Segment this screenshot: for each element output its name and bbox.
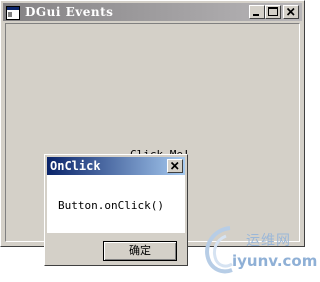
ok-button[interactable]: 确定 [103,241,177,261]
window-title: DGui Events [25,5,114,19]
dialog-titlebar[interactable]: OnClick [47,157,185,175]
main-titlebar[interactable]: DGui Events [3,3,302,21]
app-window-icon[interactable] [6,5,20,20]
dialog-body: Button.onClick() [47,175,185,233]
close-icon [170,161,179,170]
watermark-url-text: iyunv.com [232,252,318,270]
maximize-button[interactable] [265,5,281,19]
close-button[interactable] [283,5,299,19]
close-icon [286,7,295,16]
onclick-dialog: OnClick Button.onClick() 确定 [44,154,188,266]
minimize-button[interactable] [249,5,265,19]
watermark-cn-text: 运维网 [246,233,291,249]
dialog-message: Button.onClick() [58,199,164,212]
minimize-icon [253,14,259,16]
maximize-icon [268,7,278,16]
watermark-logo: 运维网 iyunv.com [200,222,317,280]
dialog-title: OnClick [50,159,101,173]
dialog-close-button[interactable] [167,159,183,173]
